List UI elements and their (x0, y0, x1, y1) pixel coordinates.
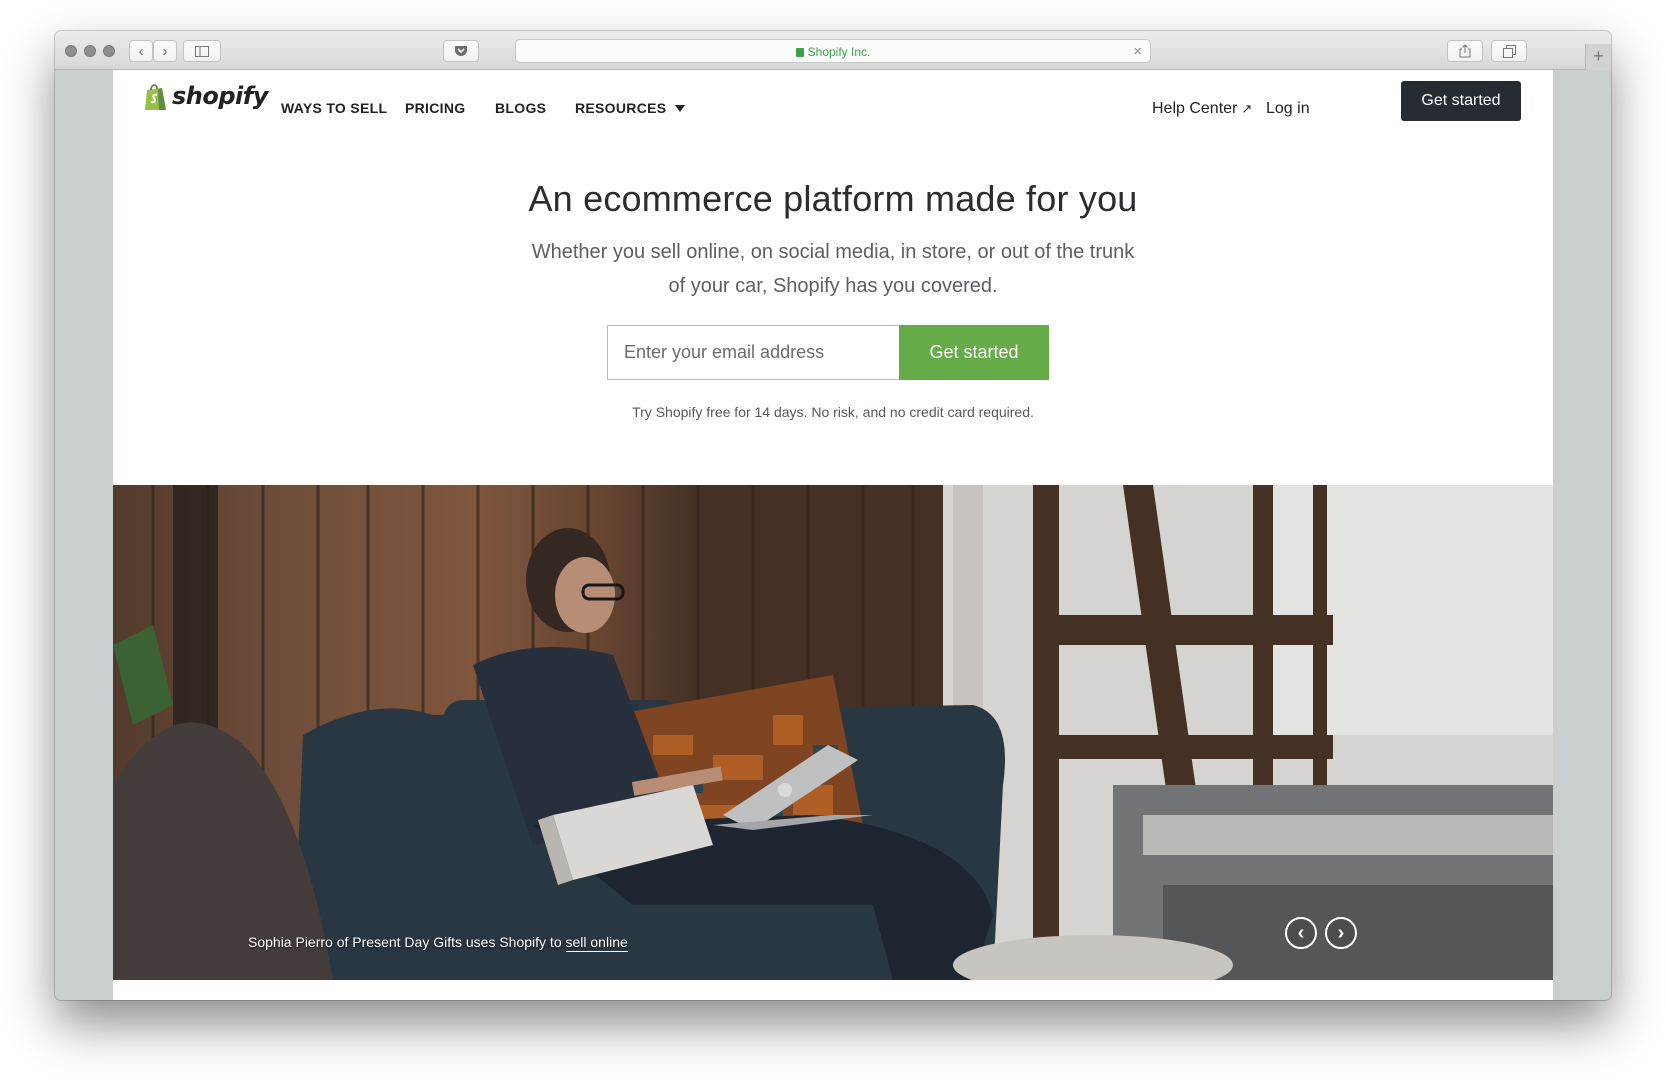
photo-caption: Sophia Pierro of Present Day Gifts uses … (248, 934, 628, 952)
shopify-bag-icon (143, 82, 169, 112)
main-nav: shopify WAYS TO SELL PRICING BLOGS RESOU… (113, 70, 1553, 140)
logo-wordmark: shopify (172, 82, 268, 110)
help-center-link[interactable]: Help Center ↗ (1152, 100, 1252, 118)
forward-icon[interactable]: › (153, 40, 177, 62)
shopify-page: shopify WAYS TO SELL PRICING BLOGS RESOU… (113, 70, 1553, 1000)
tabs-icon[interactable] (1491, 40, 1527, 62)
zoom-window-button[interactable] (103, 45, 115, 57)
browser-toolbar: ‹ › Shopify Inc. × + (55, 31, 1611, 70)
pocket-icon[interactable] (443, 40, 479, 62)
login-link[interactable]: Log in (1266, 100, 1310, 118)
close-window-button[interactable] (65, 45, 77, 57)
minimize-window-button[interactable] (84, 45, 96, 57)
chevron-right-icon: › (1337, 922, 1345, 944)
sidebar-icon[interactable] (183, 40, 221, 62)
sell-online-link[interactable]: sell online (565, 934, 628, 952)
help-center-label: Help Center (1152, 100, 1238, 117)
merchant-photo-illustration (113, 485, 1553, 980)
share-icon[interactable] (1447, 40, 1483, 62)
nav-blogs[interactable]: BLOGS (495, 100, 546, 116)
trial-note: Try Shopify free for 14 days. No risk, a… (632, 404, 1034, 420)
new-tab-icon[interactable]: + (1585, 44, 1611, 70)
lock-icon (795, 48, 804, 57)
address-bar-text: Shopify Inc. (807, 45, 871, 59)
hero-title: An ecommerce platform made for you (528, 178, 1138, 219)
nav-get-started-button[interactable]: Get started (1401, 81, 1521, 121)
carousel-prev-button[interactable]: ‹ (1285, 917, 1317, 949)
shopify-logo[interactable]: shopify (143, 82, 268, 112)
nav-resources-label: RESOURCES (575, 100, 667, 116)
nav-ways-to-sell[interactable]: WAYS TO SELL (281, 100, 387, 116)
browser-window: ‹ › Shopify Inc. × + shopify WAYS TO SEL… (55, 31, 1611, 1000)
chevron-left-icon: ‹ (1297, 922, 1305, 944)
address-bar[interactable]: Shopify Inc. × (515, 39, 1151, 63)
email-input[interactable] (607, 325, 899, 380)
close-icon[interactable]: × (1133, 43, 1142, 60)
nav-resources[interactable]: RESOURCES (575, 100, 686, 116)
hero-get-started-button[interactable]: Get started (899, 325, 1049, 380)
carousel-next-button[interactable]: › (1325, 917, 1357, 949)
caption-text: Sophia Pierro of Present Day Gifts uses … (248, 934, 562, 950)
hero-photo: Sophia Pierro of Present Day Gifts uses … (113, 485, 1553, 980)
chevron-down-icon (675, 105, 686, 112)
hero-subtitle: Whether you sell online, on social media… (531, 241, 1135, 297)
back-icon[interactable]: ‹ (129, 40, 153, 62)
external-link-icon: ↗ (1241, 101, 1253, 116)
nav-pricing[interactable]: PRICING (405, 100, 465, 116)
